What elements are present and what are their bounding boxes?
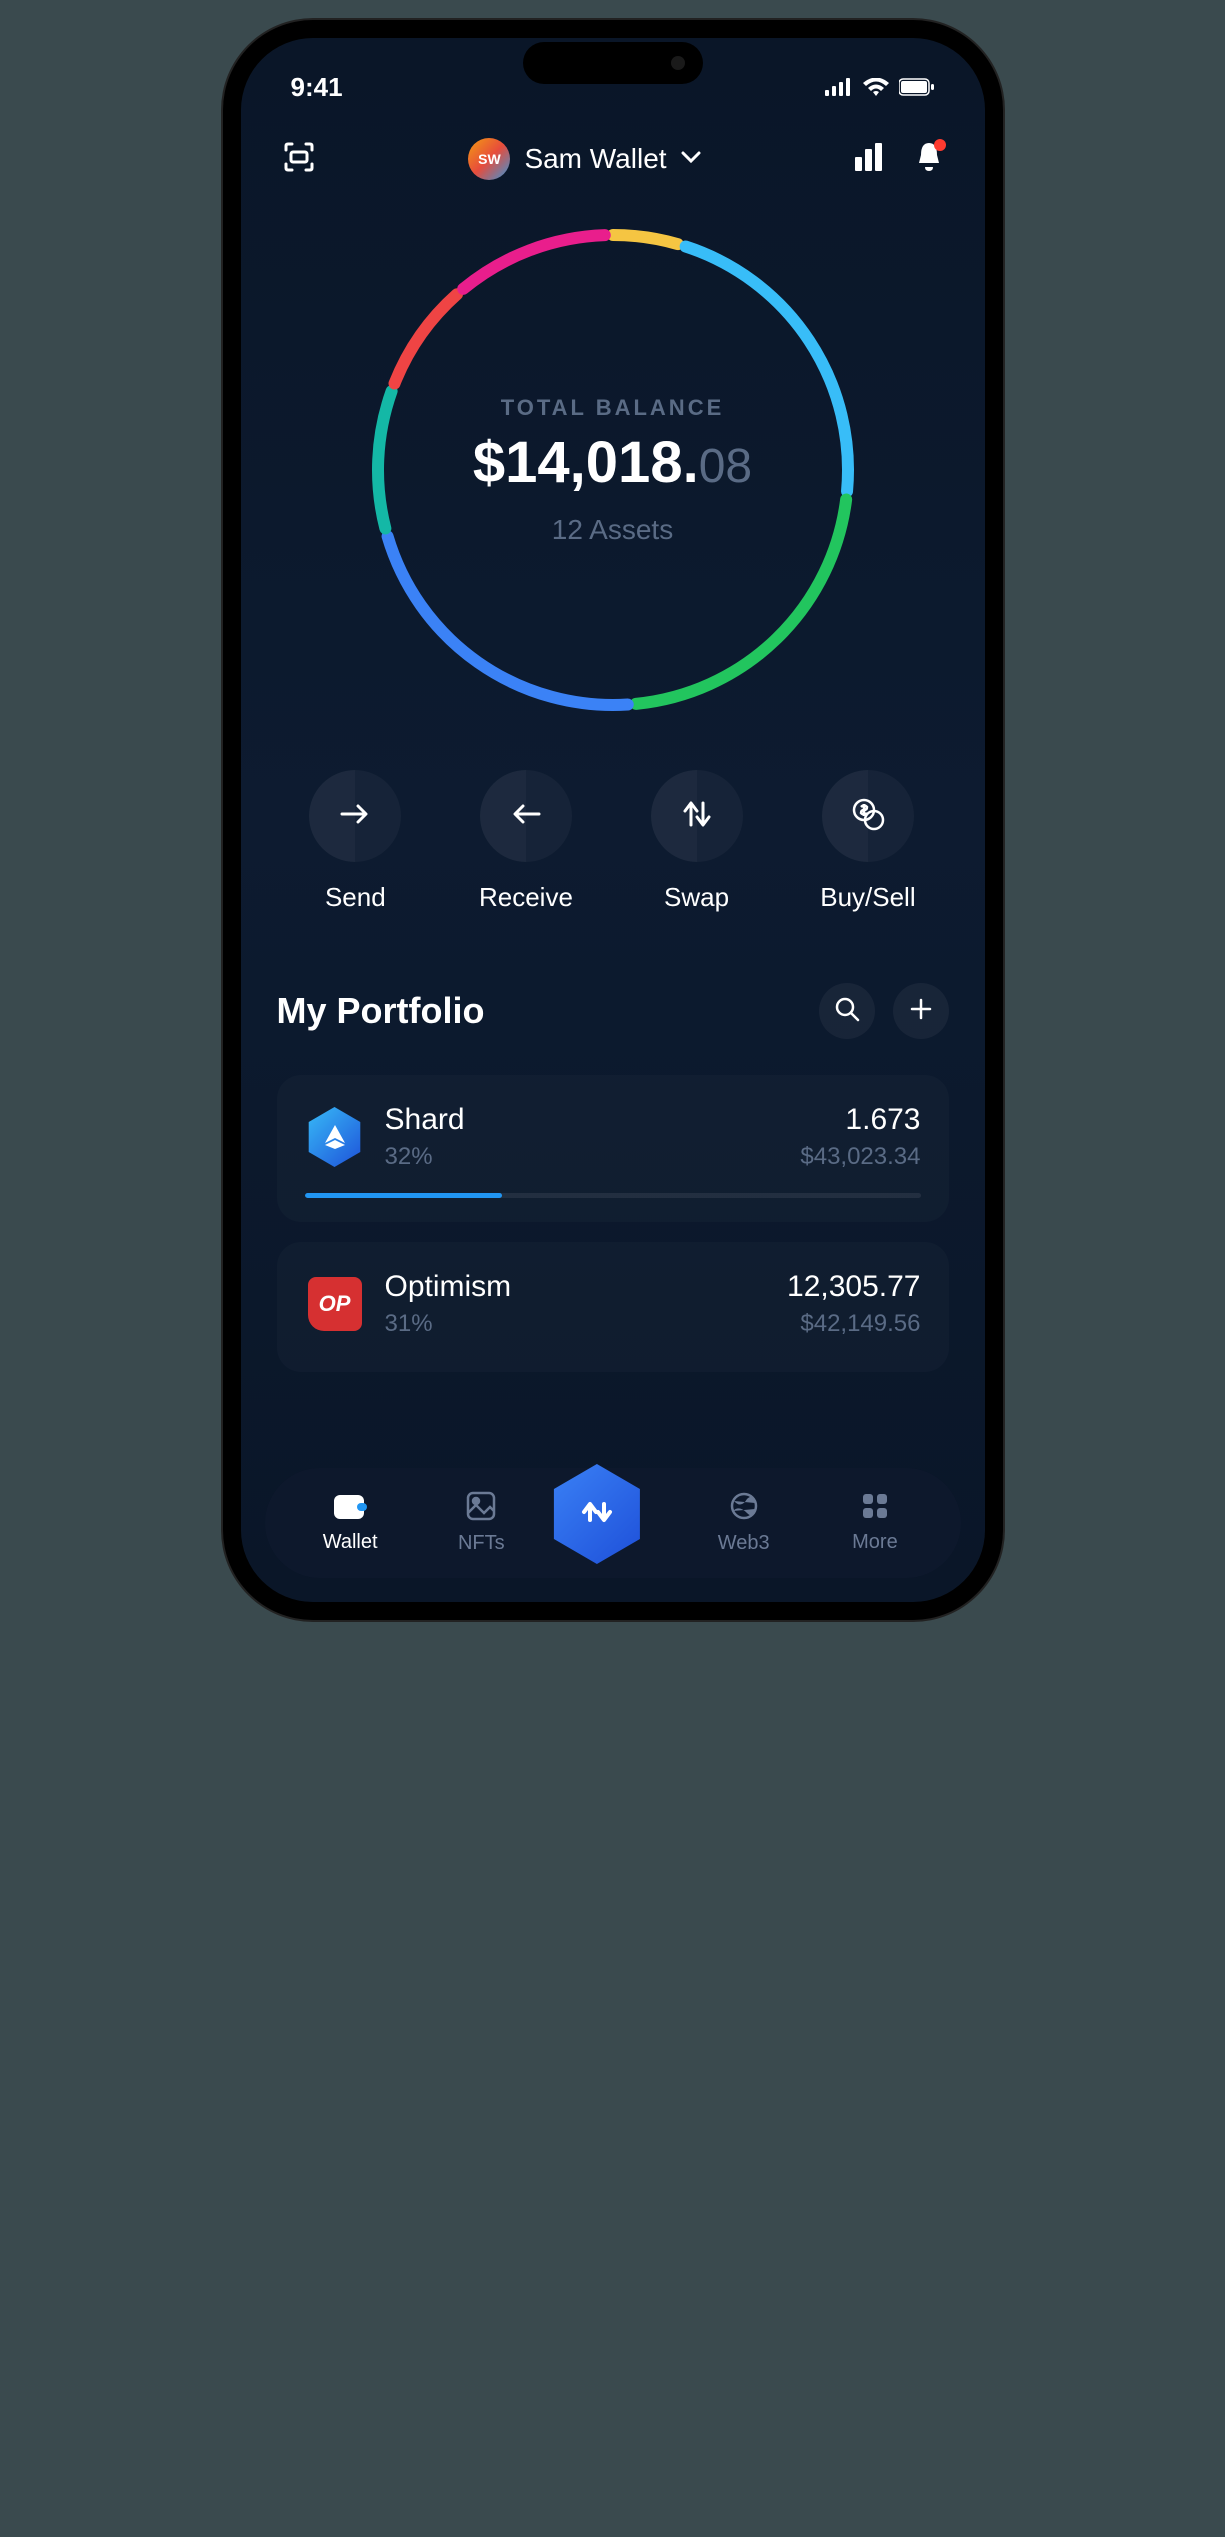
plus-icon (909, 997, 933, 1026)
asset-pct: 31% (385, 1310, 768, 1338)
bottom-nav: Wallet NFTs Web3 More (265, 1468, 961, 1578)
portfolio-title: My Portfolio (277, 990, 485, 1032)
shard-icon (305, 1107, 365, 1167)
asset-name: Optimism (385, 1270, 768, 1304)
nav-label: Wallet (285, 1531, 416, 1554)
notifications-button[interactable] (914, 141, 944, 178)
action-label: Buy/Sell (820, 882, 915, 913)
add-button[interactable] (893, 983, 949, 1039)
balance-amount: $14,018.08 (473, 429, 752, 496)
phone-frame: 9:41 SW Sam Wallet (223, 20, 1003, 1620)
wifi-icon (863, 72, 889, 103)
swap-icon (683, 799, 711, 834)
chevron-down-icon (681, 150, 701, 168)
notification-badge (934, 139, 946, 151)
nav-web3[interactable]: Web3 (678, 1491, 809, 1555)
stats-button[interactable] (852, 141, 884, 178)
nav-label: Web3 (678, 1532, 809, 1555)
phone-screen: 9:41 SW Sam Wallet (241, 38, 985, 1602)
nav-wallet[interactable]: Wallet (285, 1492, 416, 1554)
asset-usd: $43,023.34 (800, 1143, 920, 1171)
status-time: 9:41 (291, 72, 343, 103)
search-button[interactable] (819, 983, 875, 1039)
wallet-icon (333, 1507, 367, 1524)
nav-nfts[interactable]: NFTs (416, 1491, 547, 1555)
asset-pct: 32% (385, 1143, 781, 1171)
nav-label: More (809, 1531, 940, 1554)
balance-label: TOTAL BALANCE (473, 395, 752, 421)
portfolio-section: My Portfolio Shar (241, 933, 985, 1372)
optimism-icon: OP (305, 1274, 365, 1334)
action-label: Swap (651, 882, 743, 913)
wallet-avatar: SW (468, 138, 510, 180)
wallet-selector[interactable]: SW Sam Wallet (468, 138, 700, 180)
signal-icon (825, 72, 853, 103)
globe-icon (729, 1508, 759, 1525)
asset-qty: 1.673 (800, 1103, 920, 1137)
actions-row: Send Receive Swap Buy/Sell (241, 720, 985, 933)
image-icon (466, 1508, 496, 1525)
wallet-name: Sam Wallet (524, 143, 666, 175)
nav-swap-center[interactable] (547, 1482, 678, 1564)
nav-more[interactable]: More (809, 1492, 940, 1554)
grid-icon (861, 1507, 889, 1524)
app-header: SW Sam Wallet (241, 108, 985, 200)
asset-qty: 12,305.77 (787, 1270, 920, 1304)
phone-notch (523, 42, 703, 84)
nav-label: NFTs (416, 1532, 547, 1555)
asset-bar (305, 1193, 921, 1198)
action-label: Send (309, 882, 401, 913)
receive-button[interactable]: Receive (479, 770, 573, 913)
battery-icon (899, 72, 935, 103)
asset-usd: $42,149.56 (787, 1310, 920, 1338)
balance-ring: TOTAL BALANCE $14,018.08 12 Assets (363, 220, 863, 720)
scan-button[interactable] (281, 139, 317, 180)
arrow-left-icon (511, 804, 541, 829)
asset-card-shard[interactable]: Shard 32% 1.673 $43,023.34 (277, 1075, 949, 1222)
swap-center-icon (577, 1492, 617, 1537)
status-indicators (825, 72, 935, 103)
asset-card-optimism[interactable]: OP Optimism 31% 12,305.77 $42,149.56 (277, 1242, 949, 1372)
assets-count: 12 Assets (473, 514, 752, 546)
search-icon (834, 996, 860, 1027)
action-label: Receive (479, 882, 573, 913)
swap-button[interactable]: Swap (651, 770, 743, 913)
buy-sell-button[interactable]: Buy/Sell (820, 770, 915, 913)
arrow-right-icon (340, 804, 370, 829)
send-button[interactable]: Send (309, 770, 401, 913)
asset-name: Shard (385, 1103, 781, 1137)
coin-icon (851, 797, 885, 836)
